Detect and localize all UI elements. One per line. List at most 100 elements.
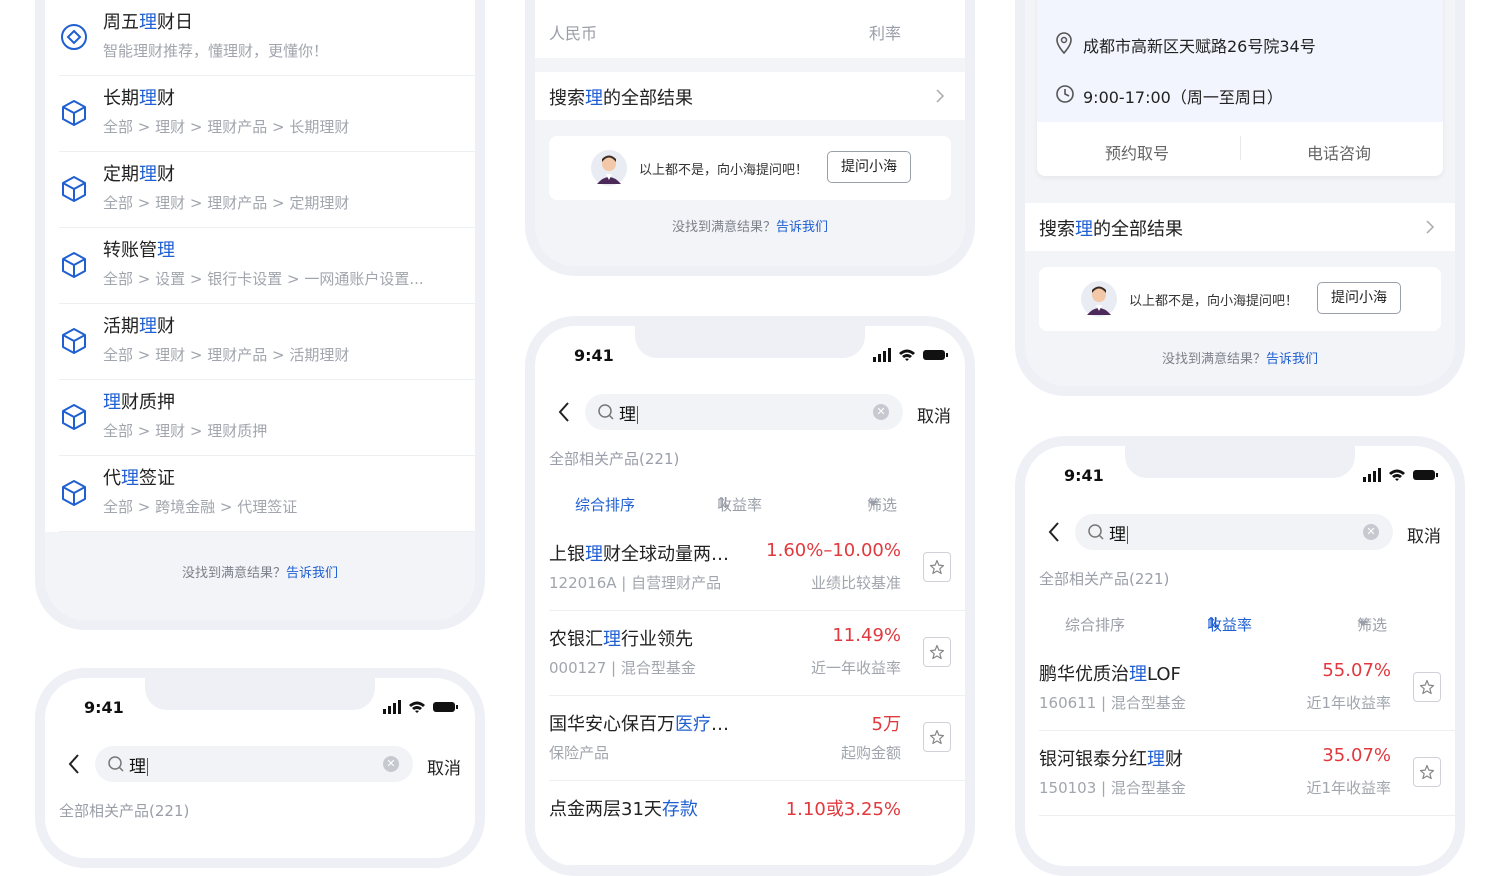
cube-icon — [62, 176, 86, 202]
clear-icon[interactable]: ✕ — [383, 756, 399, 772]
feedback-row: 没找到满意结果？告诉我们 — [1025, 348, 1455, 367]
phone-consult-button[interactable]: 电话咨询 — [1307, 140, 1371, 164]
branch-card: 成都市高新区天赋路26号院34号 9:00-17:00（周一至周日） 预约取号 … — [1037, 0, 1443, 176]
status-icons — [1363, 468, 1438, 482]
clear-icon[interactable]: ✕ — [1363, 524, 1379, 540]
cancel-button[interactable]: 取消 — [1407, 522, 1441, 547]
cube-icon — [62, 252, 86, 278]
suggestion-item[interactable]: 长期理财 全部 > 理财 > 理财产品 > 长期理财 — [45, 76, 475, 152]
favorite-star-icon[interactable] — [923, 722, 951, 752]
filter-icon: ⏷ — [1357, 614, 1370, 632]
phone-search-yield: 9:41 理 ✕ 取消 全部相关产品(221) 综合排序 收益率 ⇅ 筛选 ⏷ … — [1015, 436, 1465, 876]
branch-address: 成都市高新区天赋路26号院34号 — [1083, 37, 1316, 56]
search-value: 理 — [1109, 525, 1126, 545]
back-arrow-icon[interactable] — [557, 400, 571, 424]
ask-assistant-button[interactable]: 提问小海 — [1317, 282, 1401, 314]
result-count: 全部相关产品(221) — [549, 450, 680, 468]
name-prefix: 农银汇 — [549, 629, 603, 650]
phone-search-suggestions: 周五理财日 智能理财推荐，懂理财，更懂你！ 长期理财 全部 > 理财 > 理财产品 >… — [35, 0, 485, 630]
status-time: 9:41 — [1064, 466, 1104, 485]
favorite-star-icon[interactable] — [923, 637, 951, 667]
name-keyword: 存款 — [661, 799, 698, 820]
product-row[interactable]: 点金两层31天存款 1.10或3.25% — [535, 781, 965, 866]
name-keyword: 医疗 — [675, 714, 711, 735]
suggestion-item[interactable]: 代理签证 全部 > 跨境金融 > 代理签证 — [45, 456, 475, 532]
title-keyword: 理 — [121, 468, 139, 489]
ask-assistant-button[interactable]: 提问小海 — [827, 151, 911, 183]
product-name: 银河银泰分红理财 — [1039, 745, 1183, 771]
ask-text: 以上都不是，向小海提问吧！ — [639, 163, 809, 178]
all-results-row[interactable]: 搜索理的全部结果 — [535, 72, 965, 120]
clear-icon[interactable]: ✕ — [873, 404, 889, 420]
phone-notch — [635, 326, 865, 358]
product-code: 保险产品 — [549, 744, 610, 762]
feedback-question: 没找到满意结果？ — [1161, 352, 1266, 367]
phone-branch-results: 成都市高新区天赋路26号院34号 9:00-17:00（周一至周日） 预约取号 … — [1015, 0, 1465, 396]
branch-hours: 9:00-17:00（周一至周日） — [1083, 88, 1283, 107]
divider — [549, 865, 965, 866]
phone-search-comprehensive: 9:41 理 ✕ 取消 全部相关产品(221) 综合排序 收益率 ⇅ 筛选 ⏷ … — [525, 316, 975, 876]
suggestion-path: 全部 > 理财 > 理财产品 > 定期理财 — [103, 194, 350, 212]
title-suffix: 财日 — [157, 12, 193, 33]
suggestion-title: 转账管理 — [103, 236, 175, 262]
title-prefix: 定期 — [103, 164, 139, 185]
feedback-link[interactable]: 告诉我们 — [1266, 352, 1318, 367]
search-input[interactable]: 理 ✕ — [585, 394, 903, 430]
clock-icon — [1056, 85, 1074, 103]
cancel-button[interactable]: 取消 — [427, 754, 461, 779]
tab-comprehensive[interactable]: 综合排序 — [575, 494, 635, 515]
favorite-star-icon[interactable] — [923, 552, 951, 582]
book-number-button[interactable]: 预约取号 — [1105, 140, 1169, 164]
product-row[interactable]: 国华安心保百万医疗… 保险产品 5万 起购金额 — [535, 696, 965, 781]
favorite-star-icon[interactable] — [1413, 672, 1441, 702]
sort-arrows-icon: ⇅ — [1207, 614, 1220, 632]
search-icon — [598, 404, 614, 420]
title-keyword: 理 — [139, 12, 157, 33]
product-row[interactable]: 农银汇理行业领先 000127 | 混合型基金 11.49% 近一年收益率 — [535, 611, 965, 696]
suggestion-item[interactable]: 转账管理全部 > 设置 > 银行卡设置 > 一网通账户设置... — [45, 228, 475, 304]
search-input[interactable]: 理 ✕ — [1075, 514, 1393, 550]
search-value: 理 — [619, 405, 636, 425]
product-rate: 1.60%–10.00% — [766, 540, 901, 561]
feedback-link[interactable]: 告诉我们 — [776, 220, 828, 235]
title-prefix: 代 — [103, 468, 121, 489]
cancel-button[interactable]: 取消 — [917, 402, 951, 427]
product-row[interactable]: 上银理财全球动量两… 122016A | 自营理财产品 1.60%–10.00% 业绩… — [535, 526, 965, 611]
suggestion-path: 全部 > 理财 > 理财产品 > 长期理财 — [103, 118, 350, 136]
name-suffix: 财 — [1165, 749, 1183, 770]
chevron-right-icon — [1426, 220, 1435, 234]
feedback-link[interactable]: 告诉我们 — [286, 566, 338, 581]
product-name: 上银理财全球动量两… — [549, 540, 729, 566]
currency-label: 人民币 — [549, 24, 598, 43]
feedback-row: 没找到满意结果？告诉我们 — [45, 562, 475, 581]
ask-assistant-box: 以上都不是，向小海提问吧！ 提问小海 — [1039, 267, 1441, 331]
search-value: 理 — [129, 757, 146, 777]
all-results-row[interactable]: 搜索理的全部结果 — [1025, 203, 1455, 251]
suggestion-item[interactable]: 定期理财 全部 > 理财 > 理财产品 > 定期理财 — [45, 152, 475, 228]
favorite-star-icon[interactable] — [1413, 757, 1441, 787]
title-suffix: 签证 — [139, 468, 175, 489]
name-prefix: 银河银泰分红 — [1039, 749, 1147, 770]
product-rate: 5万 — [871, 714, 901, 735]
search-input[interactable]: 理 ✕ — [95, 746, 413, 782]
product-row[interactable]: 鹏华优质治理LOF 160611 | 混合型基金 55.07% 近1年收益率 — [1025, 646, 1455, 731]
suggestion-title: 理财质押 — [103, 388, 175, 414]
back-arrow-icon[interactable] — [67, 752, 81, 776]
suggestion-item[interactable]: 周五理财日智能理财推荐，懂理财，更懂你！ — [45, 0, 475, 76]
ask-assistant-box: 以上都不是，向小海提问吧！ 提问小海 — [549, 136, 951, 200]
suggestion-title: 周五理财日 — [103, 8, 193, 34]
suggestion-list: 周五理财日 智能理财推荐，懂理财，更懂你！ 长期理财 全部 > 理财 > 理财产品 >… — [45, 0, 475, 532]
suggestion-item[interactable]: 活期理财 全部 > 理财 > 理财产品 > 活期理财 — [45, 304, 475, 380]
suggestion-path: 智能理财推荐，懂理财，更懂你！ — [103, 42, 329, 60]
back-arrow-icon[interactable] — [1047, 520, 1061, 544]
assistant-avatar — [1081, 281, 1117, 317]
status-icons — [383, 700, 458, 714]
product-row[interactable]: 银河银泰分红理财 150103 | 混合型基金 35.07% 近1年收益率 — [1025, 731, 1455, 816]
suggestion-item[interactable]: 理财质押全部 > 理财 > 理财质押 — [45, 380, 475, 456]
location-pin-icon — [1056, 32, 1072, 54]
suggestion-path: 全部 > 理财 > 理财质押 — [103, 422, 268, 440]
name-prefix: 上银 — [549, 544, 585, 565]
suggestion-path: 全部 > 设置 > 银行卡设置 > 一网通账户设置... — [103, 270, 424, 288]
product-rate-label: 近一年收益率 — [810, 659, 901, 677]
tab-comprehensive[interactable]: 综合排序 — [1065, 614, 1125, 635]
